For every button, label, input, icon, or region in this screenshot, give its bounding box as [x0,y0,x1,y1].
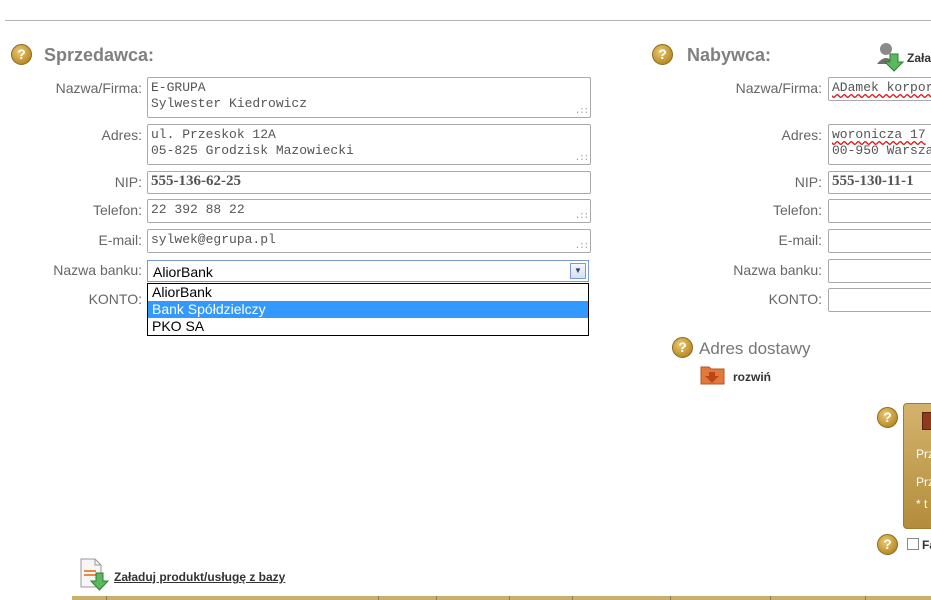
buyer-address-line1: woronicza 17 [832,127,926,142]
bank-option[interactable]: AliorBank [148,284,588,301]
seller-name-line2: Sylwester Kiedrowicz [151,96,308,111]
top-divider [5,20,931,21]
buyer-bank-field[interactable] [828,259,931,283]
delivery-expand-link[interactable]: rozwiń [733,370,771,384]
seller-phone-value: 22 392 88 22 [151,202,245,217]
seller-email-label: E-mail: [98,232,142,248]
buyer-email-label: E-mail: [778,232,822,248]
buyer-account-field[interactable] [828,288,931,312]
option-checkbox-label: Fa [922,538,931,552]
buyer-bank-label: Nazwa banku: [733,262,822,278]
buyer-nip-label: NIP: [794,174,822,190]
resize-grip-icon[interactable]: .:: [575,212,589,221]
seller-address-field[interactable]: ul. Przeskok 12A 05-825 Grodzisk Mazowie… [147,124,591,165]
calculator-icon [922,412,931,430]
summary-panel: Prz Prz * t [903,403,931,529]
panel-line-2: Prz [916,475,931,489]
seller-phone-field[interactable]: 22 392 88 22 .:: [147,199,591,223]
panel-help-icon[interactable]: ? [877,407,898,428]
seller-name-field[interactable]: E-GRUPA Sylwester Kiedrowicz .:: [147,77,591,118]
bank-option-highlighted[interactable]: Bank Spółdzielczy [148,301,588,318]
seller-account-label: KONTO: [88,291,142,307]
seller-phone-label: Telefon: [92,202,142,218]
seller-address-label: Adres: [101,127,142,143]
bank-option[interactable]: PKO SA [148,318,588,335]
checkbox-help-icon[interactable]: ? [877,534,898,555]
chevron-down-icon[interactable]: ▼ [570,263,586,279]
buyer-name-value: ADamek korpor [832,80,931,95]
contacts-download-icon[interactable] [875,40,905,72]
table-header-edge [72,596,931,600]
resize-grip-icon[interactable]: .:: [575,107,589,116]
seller-bank-selected: AliorBank [153,264,213,280]
seller-bank-dropdown: AliorBank Bank Spółdzielczy PKO SA [147,283,589,336]
resize-grip-icon[interactable]: .:: [575,154,589,163]
seller-email-field[interactable]: sylwek@egrupa.pl .:: [147,229,591,253]
seller-address-line1: ul. Przeskok 12A [151,127,276,142]
seller-name-label: Nazwa/Firma: [55,80,142,96]
seller-title: Sprzedawca: [44,45,155,65]
buyer-email-field[interactable] [828,229,931,253]
document-download-icon[interactable] [79,558,110,592]
seller-bank-select[interactable]: AliorBank ▼ [147,260,589,282]
buyer-nip-field[interactable]: 555-130-11-1 [828,171,931,194]
option-checkbox[interactable] [907,538,919,550]
buyer-address-field[interactable]: woronicza 17 00-950 Warsza [828,124,931,165]
buyer-phone-label: Telefon: [772,202,822,218]
buyer-phone-field[interactable] [828,199,931,223]
buyer-address-line2: 00-950 Warsza [832,143,931,158]
seller-address-line2: 05-825 Grodzisk Mazowiecki [151,143,354,158]
seller-nip-label: NIP: [114,174,142,190]
buyer-title: Nabywca: [687,45,772,65]
seller-nip-field[interactable]: 555-136-62-25 [147,171,591,194]
buyer-name-field[interactable]: ADamek korpor [828,77,931,101]
buyer-help-icon[interactable]: ? [652,44,673,65]
buyer-load-link[interactable]: Zała [907,51,931,65]
delivery-title: Adres dostawy [699,339,811,358]
folder-down-icon[interactable] [700,364,725,385]
seller-bank-label: Nazwa banku: [53,262,142,278]
buyer-address-label: Adres: [781,127,822,143]
seller-help-icon[interactable]: ? [11,44,32,65]
delivery-help-icon[interactable]: ? [672,337,693,358]
seller-name-line1: E-GRUPA [151,80,206,95]
panel-line-3: * t [916,497,928,511]
resize-grip-icon[interactable]: .:: [575,242,589,251]
buyer-name-label: Nazwa/Firma: [735,80,822,96]
panel-line-1: Prz [916,447,931,461]
seller-email-value: sylwek@egrupa.pl [151,232,276,247]
buyer-account-label: KONTO: [768,291,822,307]
load-product-link[interactable]: Załaduj produkt/usługę z bazy [114,570,285,584]
